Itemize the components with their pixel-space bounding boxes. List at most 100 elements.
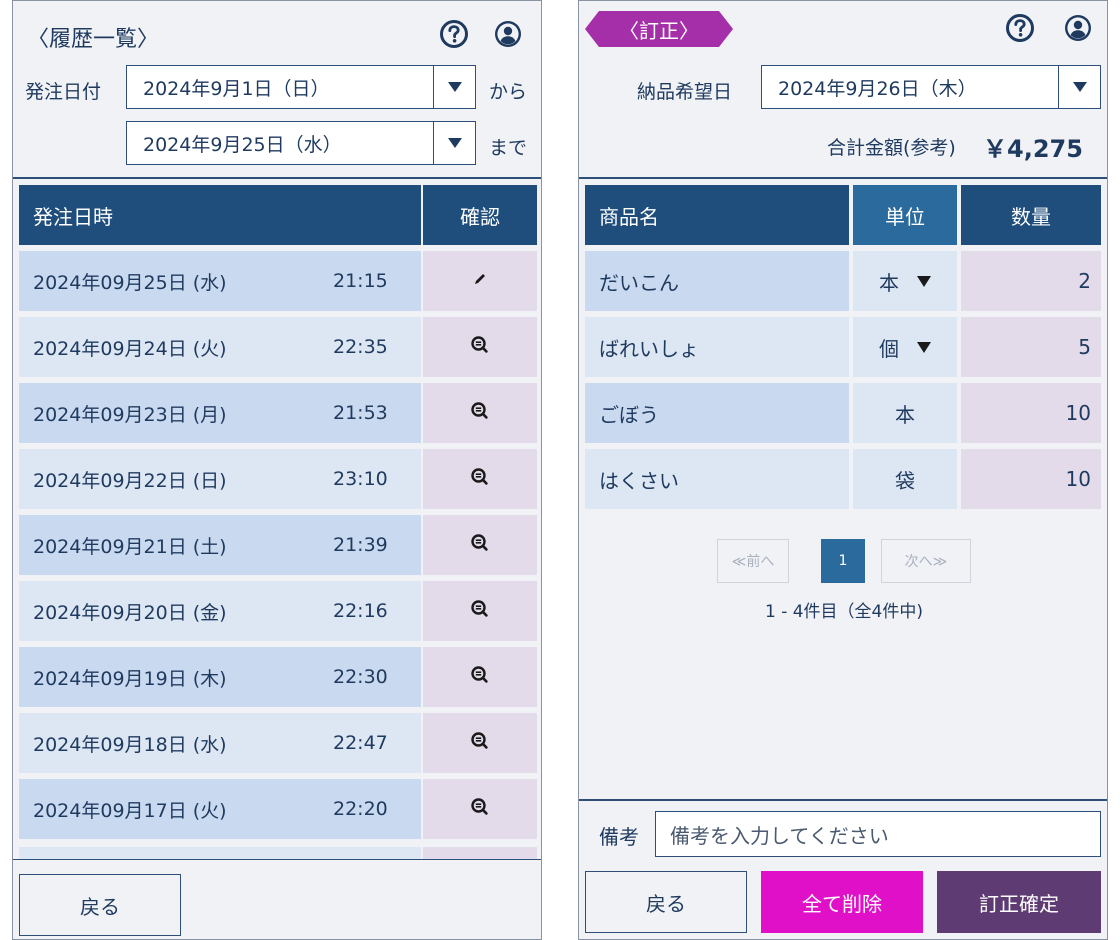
- unit-cell: 袋: [853, 449, 957, 509]
- from-suffix: から: [489, 81, 528, 103]
- view-button[interactable]: [423, 515, 537, 575]
- to-suffix: まで: [489, 137, 528, 159]
- chevron-down-icon[interactable]: [1058, 66, 1100, 108]
- view-button[interactable]: [423, 449, 537, 509]
- order-date: 2024年09月23日 (月): [33, 403, 227, 426]
- delivery-date-select[interactable]: 2024年9月26日（木）: [761, 65, 1101, 109]
- order-date: 2024年09月22日 (日): [33, 469, 227, 492]
- column-header-quantity: 数量: [961, 185, 1101, 245]
- from-date-select[interactable]: 2024年9月1日（日）: [126, 65, 476, 109]
- correction-badge: 〈訂正〉: [585, 11, 733, 47]
- order-time: 22:30: [333, 666, 388, 688]
- order-time: 21:39: [333, 534, 388, 556]
- history-row[interactable]: 2024年09月18日 (水) 22:47: [19, 713, 421, 773]
- history-row[interactable]: 2024年09月22日 (日) 23:10: [19, 449, 421, 509]
- view-button[interactable]: [423, 647, 537, 707]
- delivery-date-value: 2024年9月26日（木）: [778, 77, 977, 100]
- unit-value: 本: [879, 270, 899, 295]
- order-date: 2024年09月24日 (火): [33, 337, 227, 360]
- order-date: 2024年09月21日 (土): [33, 535, 227, 558]
- help-icon[interactable]: [1005, 13, 1035, 43]
- unit-value: 本: [895, 402, 915, 427]
- quantity-cell[interactable]: 5: [961, 317, 1101, 377]
- column-header-confirm: 確認: [423, 185, 537, 245]
- product-name: ばれいしょ: [585, 317, 849, 377]
- column-header-product: 商品名: [585, 185, 849, 245]
- delete-all-button[interactable]: 全て削除: [761, 871, 923, 933]
- page-title: 〈履歴一覧〉: [27, 27, 160, 52]
- unit-value: 個: [879, 336, 899, 361]
- help-icon[interactable]: [439, 19, 469, 49]
- magnify-icon: [470, 467, 490, 491]
- unit-select[interactable]: 個: [853, 317, 957, 377]
- history-row[interactable]: 2024年09月17日 (火) 22:20: [19, 779, 421, 839]
- next-page-button[interactable]: 次へ≫: [881, 539, 971, 583]
- order-date: 2024年09月20日 (金): [33, 601, 227, 624]
- history-row[interactable]: 2024年09月20日 (金) 22:16: [19, 581, 421, 641]
- quantity-cell[interactable]: 2: [961, 251, 1101, 311]
- back-button[interactable]: 戻る: [19, 874, 181, 936]
- magnify-icon: [470, 401, 490, 425]
- back-button[interactable]: 戻る: [585, 871, 747, 933]
- history-panel: 〈履歴一覧〉 発注日付 2024年9月1日（日） から 2024年9月25日（水…: [12, 0, 542, 940]
- edit-button[interactable]: [423, 251, 537, 311]
- chevron-down-icon: [917, 341, 931, 353]
- page-1-button[interactable]: 1: [821, 539, 865, 583]
- chevron-down-icon[interactable]: [433, 122, 475, 164]
- unit-select[interactable]: 本: [853, 251, 957, 311]
- history-row[interactable]: 2024年09月25日 (水) 21:15: [19, 251, 421, 311]
- memo-input[interactable]: 備考を入力してください: [655, 811, 1101, 857]
- magnify-icon: [470, 731, 490, 755]
- view-button[interactable]: [423, 779, 537, 839]
- divider: [13, 177, 541, 179]
- history-row[interactable]: 2024年09月23日 (月) 21:53: [19, 383, 421, 443]
- view-button[interactable]: [423, 581, 537, 641]
- correction-badge-label: 〈訂正〉: [619, 18, 699, 43]
- history-row[interactable]: 2024年09月19日 (木) 22:30: [19, 647, 421, 707]
- account-icon[interactable]: [493, 19, 523, 49]
- order-time: 22:16: [333, 600, 388, 622]
- total-label: 合計金額(参考): [827, 137, 956, 159]
- view-button[interactable]: [423, 317, 537, 377]
- magnify-icon: [470, 533, 490, 557]
- view-button[interactable]: [423, 713, 537, 773]
- quantity-cell[interactable]: 10: [961, 449, 1101, 509]
- magnify-icon: [470, 665, 490, 689]
- to-date-select[interactable]: 2024年9月25日（水）: [126, 121, 476, 165]
- unit-cell: 本: [853, 383, 957, 443]
- order-date-label: 発注日付: [25, 81, 102, 103]
- chevron-down-icon: [917, 275, 931, 287]
- pagination-summary: 1 - 4件目（全4件中): [764, 602, 924, 622]
- memo-label: 備考: [599, 825, 639, 849]
- account-icon[interactable]: [1063, 13, 1093, 43]
- view-button[interactable]: [423, 383, 537, 443]
- correction-panel: 〈訂正〉 納品希望日 2024年9月26日（木） 合計金額(参考) ￥4,275…: [578, 0, 1108, 940]
- order-time: 22:47: [333, 732, 388, 754]
- product-name: はくさい: [585, 449, 849, 509]
- order-date: 2024年09月25日 (水): [33, 271, 227, 294]
- order-date: 2024年09月18日 (水): [33, 733, 227, 756]
- from-date-value: 2024年9月1日（日）: [143, 77, 330, 100]
- product-name: ごぼう: [585, 383, 849, 443]
- delivery-date-label: 納品希望日: [637, 81, 733, 103]
- magnify-icon: [470, 797, 490, 821]
- order-time: 22:20: [333, 798, 388, 820]
- unit-value: 袋: [895, 468, 915, 493]
- prev-page-button[interactable]: ≪前へ: [717, 539, 789, 583]
- pencil-icon: [472, 271, 488, 291]
- order-time: 23:10: [333, 468, 388, 490]
- column-header-datetime: 発注日時: [19, 185, 421, 245]
- divider: [579, 799, 1107, 801]
- history-row[interactable]: 2024年09月24日 (火) 22:35: [19, 317, 421, 377]
- chevron-down-icon[interactable]: [433, 66, 475, 108]
- order-time: 22:35: [333, 336, 388, 358]
- quantity-cell[interactable]: 10: [961, 383, 1101, 443]
- confirm-correction-button[interactable]: 訂正確定: [937, 871, 1101, 933]
- order-time: 21:53: [333, 402, 388, 424]
- to-date-value: 2024年9月25日（水）: [143, 133, 342, 156]
- product-name: だいこん: [585, 251, 849, 311]
- history-row[interactable]: 2024年09月21日 (土) 21:39: [19, 515, 421, 575]
- column-header-unit: 単位: [853, 185, 957, 245]
- magnify-icon: [470, 335, 490, 359]
- order-date: 2024年09月19日 (木): [33, 667, 227, 690]
